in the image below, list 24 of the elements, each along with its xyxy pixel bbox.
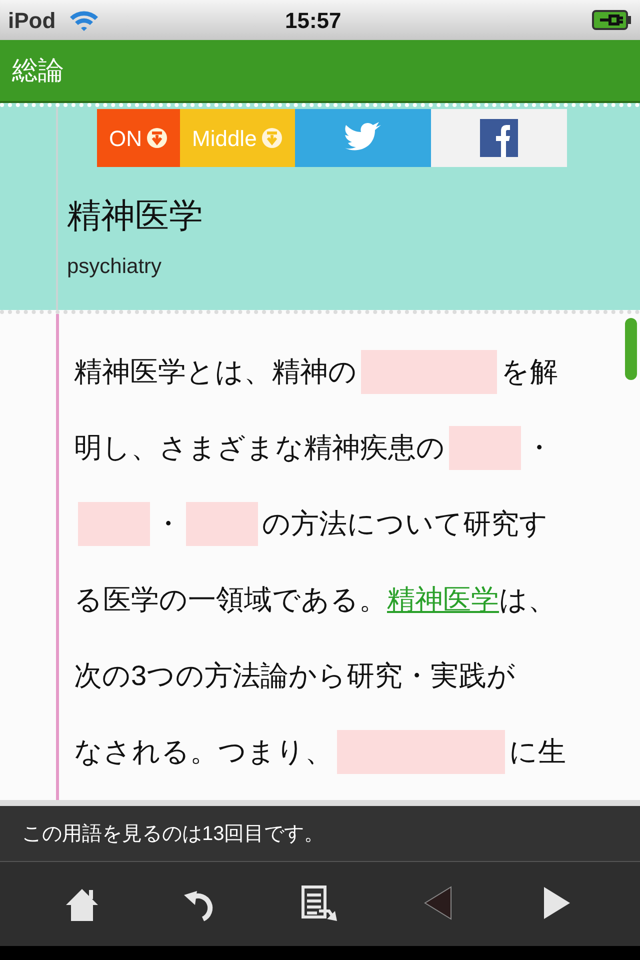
body-text: に生 — [509, 735, 566, 769]
term-link[interactable]: 精神医学 — [387, 579, 499, 621]
body-text: は、 — [499, 583, 556, 617]
clock-time: 15:57 — [285, 6, 342, 34]
view-count-message: この用語を見るのは13回目です。 — [22, 822, 324, 846]
term-title: 精神医学 — [67, 196, 203, 237]
body-text: 明し、さまざまな精神疾患の — [74, 431, 445, 465]
facebook-icon — [480, 119, 518, 157]
mode-tab[interactable]: ON — [97, 109, 180, 167]
body-text: ・ — [525, 431, 553, 465]
scroll-bar — [625, 318, 637, 380]
body-text: 次の3つの方法論から研究・実践が — [74, 659, 516, 693]
facebook-tab[interactable] — [430, 109, 567, 167]
mode-tab[interactable]: Middle — [180, 109, 295, 167]
body-text: の方法について研究す — [262, 507, 548, 541]
body-text: ・ — [154, 507, 182, 541]
body-text: なされる。つまり、 — [74, 735, 333, 769]
body-text: る医学の一領域である。 — [74, 583, 387, 617]
battery-charging-icon — [592, 9, 632, 31]
header-title: 総論 — [12, 54, 64, 87]
body-text: を解 — [501, 355, 558, 389]
term-reading: psychiatry — [67, 254, 162, 280]
carrier-label: iPod — [8, 6, 56, 34]
body-text: 精神医学とは、精神の — [74, 355, 357, 389]
